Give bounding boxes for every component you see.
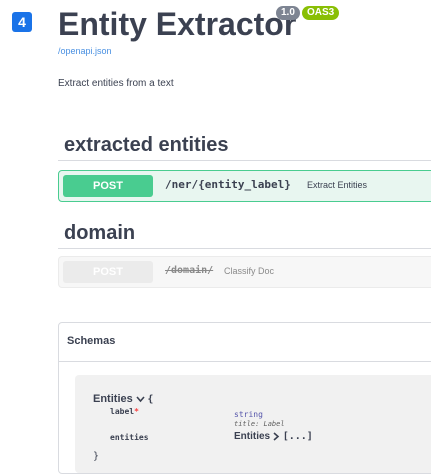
- chevron-down-icon[interactable]: [136, 394, 148, 404]
- property-name-entities: entities: [110, 433, 149, 442]
- tag-divider: [58, 160, 431, 161]
- tag-heading-domain[interactable]: domain: [64, 222, 135, 245]
- property-ref-name: Entities: [234, 431, 271, 442]
- property-type: string: [234, 410, 263, 419]
- model-name-label: Entities: [93, 393, 133, 405]
- step-number-badge: 4: [12, 12, 32, 32]
- operation-post-domain[interactable]: POST /domain/ Classify Doc: [58, 256, 431, 288]
- property-title: title: Label: [234, 420, 285, 428]
- api-description: Extract entities from a text: [58, 78, 174, 89]
- required-marker: *: [134, 407, 139, 416]
- version-badge: 1.0: [276, 6, 300, 20]
- property-name-label: label*: [110, 407, 139, 416]
- operation-path: /domain/: [165, 265, 214, 276]
- operation-path: /ner/{entity_label}: [165, 178, 291, 191]
- property-name-text: label: [110, 407, 135, 416]
- property-ref-tail: [...]: [282, 431, 313, 442]
- method-badge-post: POST: [63, 261, 153, 283]
- openapi-spec-link[interactable]: /openapi.json: [58, 46, 112, 56]
- schemas-title[interactable]: Schemas: [67, 335, 115, 347]
- open-brace: {: [147, 394, 154, 405]
- page-title: Entity Extractor: [58, 6, 297, 42]
- operation-post-ner[interactable]: POST /ner/{entity_label} Extract Entitie…: [58, 170, 431, 202]
- schemas-divider: [59, 361, 431, 362]
- model-name[interactable]: Entities {: [93, 393, 153, 405]
- model-box-entities: Entities { label* string title: Label en…: [75, 375, 431, 473]
- oas-badge: OAS3: [302, 6, 340, 20]
- tag-heading-extracted-entities[interactable]: extracted entities: [64, 134, 229, 157]
- operation-summary: Classify Doc: [224, 266, 275, 276]
- method-badge-post: POST: [63, 175, 153, 197]
- close-brace: }: [93, 451, 100, 462]
- tag-divider: [58, 248, 431, 249]
- chevron-right-icon[interactable]: [273, 431, 283, 442]
- schemas-section: Schemas Entities { label* string title: …: [58, 322, 431, 474]
- property-ref[interactable]: Entities [...]: [234, 431, 313, 442]
- operation-summary: Extract Entities: [307, 180, 368, 190]
